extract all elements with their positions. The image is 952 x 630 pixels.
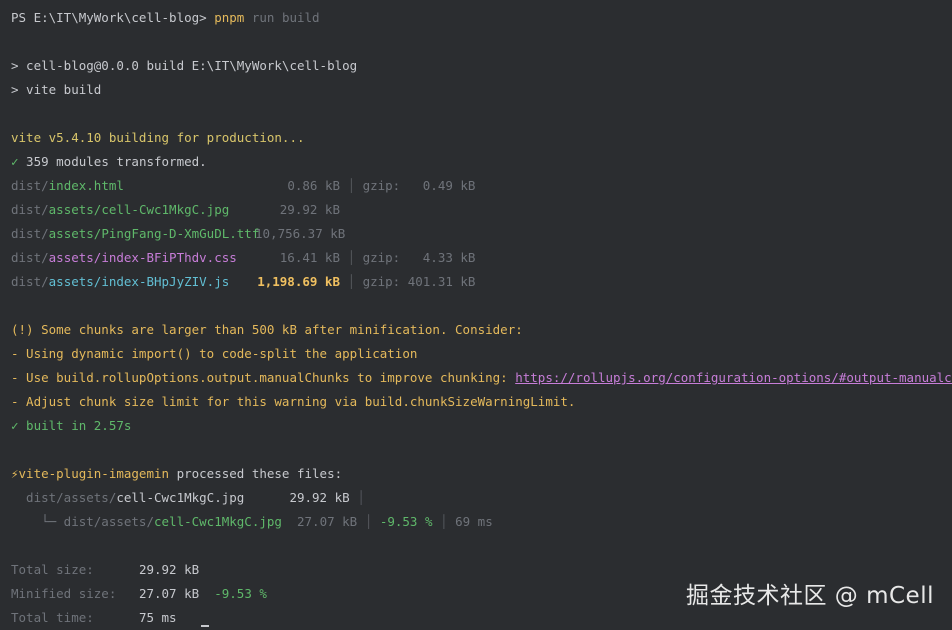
output-file-size: 16.41 kB [279,250,340,265]
output-file-gzip: gzip: 401.31 kB [362,274,476,289]
imagemin-row-1-file: cell-Cwc1MkgC.jpg [116,490,245,505]
terminal-cursor [201,625,209,627]
summary-total-value: 29.92 kB [138,562,200,577]
output-file-dir: dist/ [11,250,49,265]
output-file-row: dist/assets/index-BFiPThdv.css 16.41 kB │… [11,246,952,270]
output-file-name: assets/cell-Cwc1MkgC.jpg [48,202,230,217]
warning-line-1: (!) Some chunks are larger than 500 kB a… [11,322,523,337]
output-file-size: 1,198.69 kB [257,274,340,289]
imagemin-row-2-file: cell-Cwc1MkgC.jpg [154,514,282,529]
imagemin-plugin-name: ⚡vite-plugin-imagemin [11,466,170,481]
built-text: ✓ built in 2.57s [11,418,132,433]
imagemin-row-2-prefix: └─ dist/assets/ [11,514,154,529]
output-file-gzip: gzip: 4.33 kB [362,250,476,265]
output-file-row: dist/index.html 0.86 kB │ gzip: 0.49 kB [11,174,952,198]
summary-total-label: Total size: [11,562,94,577]
modules-transformed-text: 359 modules transformed. [18,154,207,169]
prompt-prefix: PS E:\IT\MyWork\cell-blog> [11,10,215,25]
output-file-size: 29.92 kB [279,202,340,217]
built-line: ✓ built in 2.57s [11,414,952,438]
output-file-gzip: gzip: 0.49 kB [362,178,476,193]
output-file-size: 10,756.37 kB [255,226,346,241]
imagemin-header-rest: processed these files: [169,466,343,481]
watermark-text: 掘金技术社区 @ mCell [685,583,934,609]
imagemin-row-1-dir: dist/assets/ [11,490,117,505]
warning-line-4: - Adjust chunk size limit for this warni… [11,394,576,409]
output-file-dir: dist/ [11,178,49,193]
summary-min-value: 27.07 kB [138,586,200,601]
output-file-name: index.html [48,178,124,193]
output-file-row: dist/assets/index-BHpJyZIV.js 1,198.69 kB… [11,270,952,294]
output-file-size: 0.86 kB [287,178,340,193]
summary-time-value: 75 ms [138,610,177,625]
output-file-dir: dist/ [11,226,49,241]
output-file-name: assets/index-BHpJyZIV.js [48,274,230,289]
manualchunks-link[interactable]: https://rollupjs.org/configuration-optio… [515,370,952,385]
terminal-output[interactable]: PS E:\IT\MyWork\cell-blog> pnpm run buil… [11,6,952,630]
imagemin-row-2-size: 27.07 kB [297,514,358,529]
output-file-row: dist/assets/cell-Cwc1MkgC.jpg 29.92 kB [11,198,952,222]
imagemin-row-2: └─ dist/assets/cell-Cwc1MkgC.jpg 27.07 k… [11,514,493,529]
warning-line-2: - Using dynamic import() to code-split t… [11,346,418,361]
imagemin-row-2-ratio: -9.53 % [379,514,433,529]
output-file-name: assets/index-BFiPThdv.css [48,250,237,265]
output-file-row: dist/assets/PingFang-D-XmGuDL.ttf10,756.… [11,222,952,246]
script-line-1: > cell-blog@0.0.0 build E:\IT\MyWork\cel… [11,58,358,73]
imagemin-header: ⚡vite-plugin-imagemin processed these fi… [11,462,952,486]
prompt-args: run build [244,10,320,25]
summary-min-label: Minified size: [11,586,117,601]
modules-transformed-line: ✓ 359 modules transformed. [11,154,207,169]
summary-time-label: Total time: [11,610,94,625]
imagemin-row-1: dist/assets/cell-Cwc1MkgC.jpg 29.92 kB │ [11,490,365,505]
warning-line-3: - Use build.rollupOptions.output.manualC… [11,366,952,390]
script-line-2: > vite build [11,82,102,97]
prompt-command: pnpm [214,10,245,25]
output-file-name: assets/PingFang-D-XmGuDL.ttf [48,226,260,241]
prompt-line: PS E:\IT\MyWork\cell-blog> pnpm run buil… [11,6,952,30]
warning-line-3-text: - Use build.rollupOptions.output.manualC… [11,370,516,385]
imagemin-row-2-time: 69 ms [455,514,493,529]
vite-building-line: vite v5.4.10 building for production... [11,130,305,145]
output-file-dir: dist/ [11,274,49,289]
summary-min-ratio: -9.53 % [214,586,267,601]
output-file-dir: dist/ [11,202,49,217]
imagemin-row-1-size: 29.92 kB [289,490,350,505]
